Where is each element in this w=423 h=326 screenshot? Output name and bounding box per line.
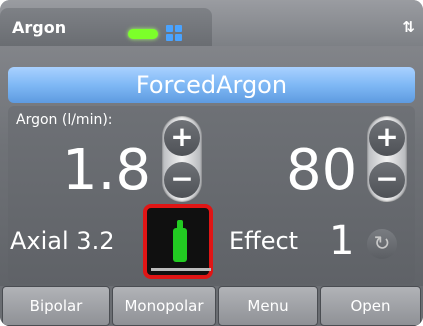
effect-setting-increase-button[interactable]: +: [369, 120, 405, 156]
menu-button[interactable]: Menu: [218, 286, 318, 326]
screen-title: Argon: [12, 18, 67, 37]
flow-label: Argon (l/min):: [16, 112, 113, 128]
effect-setting-stepper: + −: [367, 116, 407, 202]
reset-icon[interactable]: ↻: [367, 229, 397, 259]
flow-increase-button[interactable]: +: [164, 120, 200, 156]
grid-status-icon: [166, 25, 184, 41]
mode-banner[interactable]: ForcedArgon: [8, 67, 415, 103]
axial-label: Axial 3.2: [10, 227, 115, 255]
effect-label: Effect: [229, 227, 299, 255]
softkey-bar: Bipolar Monopolar Menu Open: [0, 286, 423, 326]
effect-setting-decrease-button[interactable]: −: [369, 162, 405, 198]
top-bar: Argon ⇅: [0, 0, 423, 46]
argon-nozzle-icon: [151, 220, 211, 271]
nozzle-selector-button[interactable]: [143, 204, 213, 279]
open-button[interactable]: Open: [320, 286, 421, 326]
flow-decrease-button[interactable]: −: [164, 162, 200, 198]
bipolar-button[interactable]: Bipolar: [2, 286, 110, 326]
device-screen: Argon ⇅ ForcedArgon Argon (l/min): 1.8 +…: [0, 0, 423, 326]
status-indicator-icon: [128, 29, 158, 39]
effect-number: 1: [329, 218, 355, 264]
flow-stepper: + −: [162, 116, 202, 202]
effect-setting-value: 80: [286, 138, 358, 203]
flow-value: 1.8: [62, 138, 152, 203]
monopolar-button[interactable]: Monopolar: [112, 286, 216, 326]
swap-arrows-icon[interactable]: ⇅: [402, 18, 415, 36]
